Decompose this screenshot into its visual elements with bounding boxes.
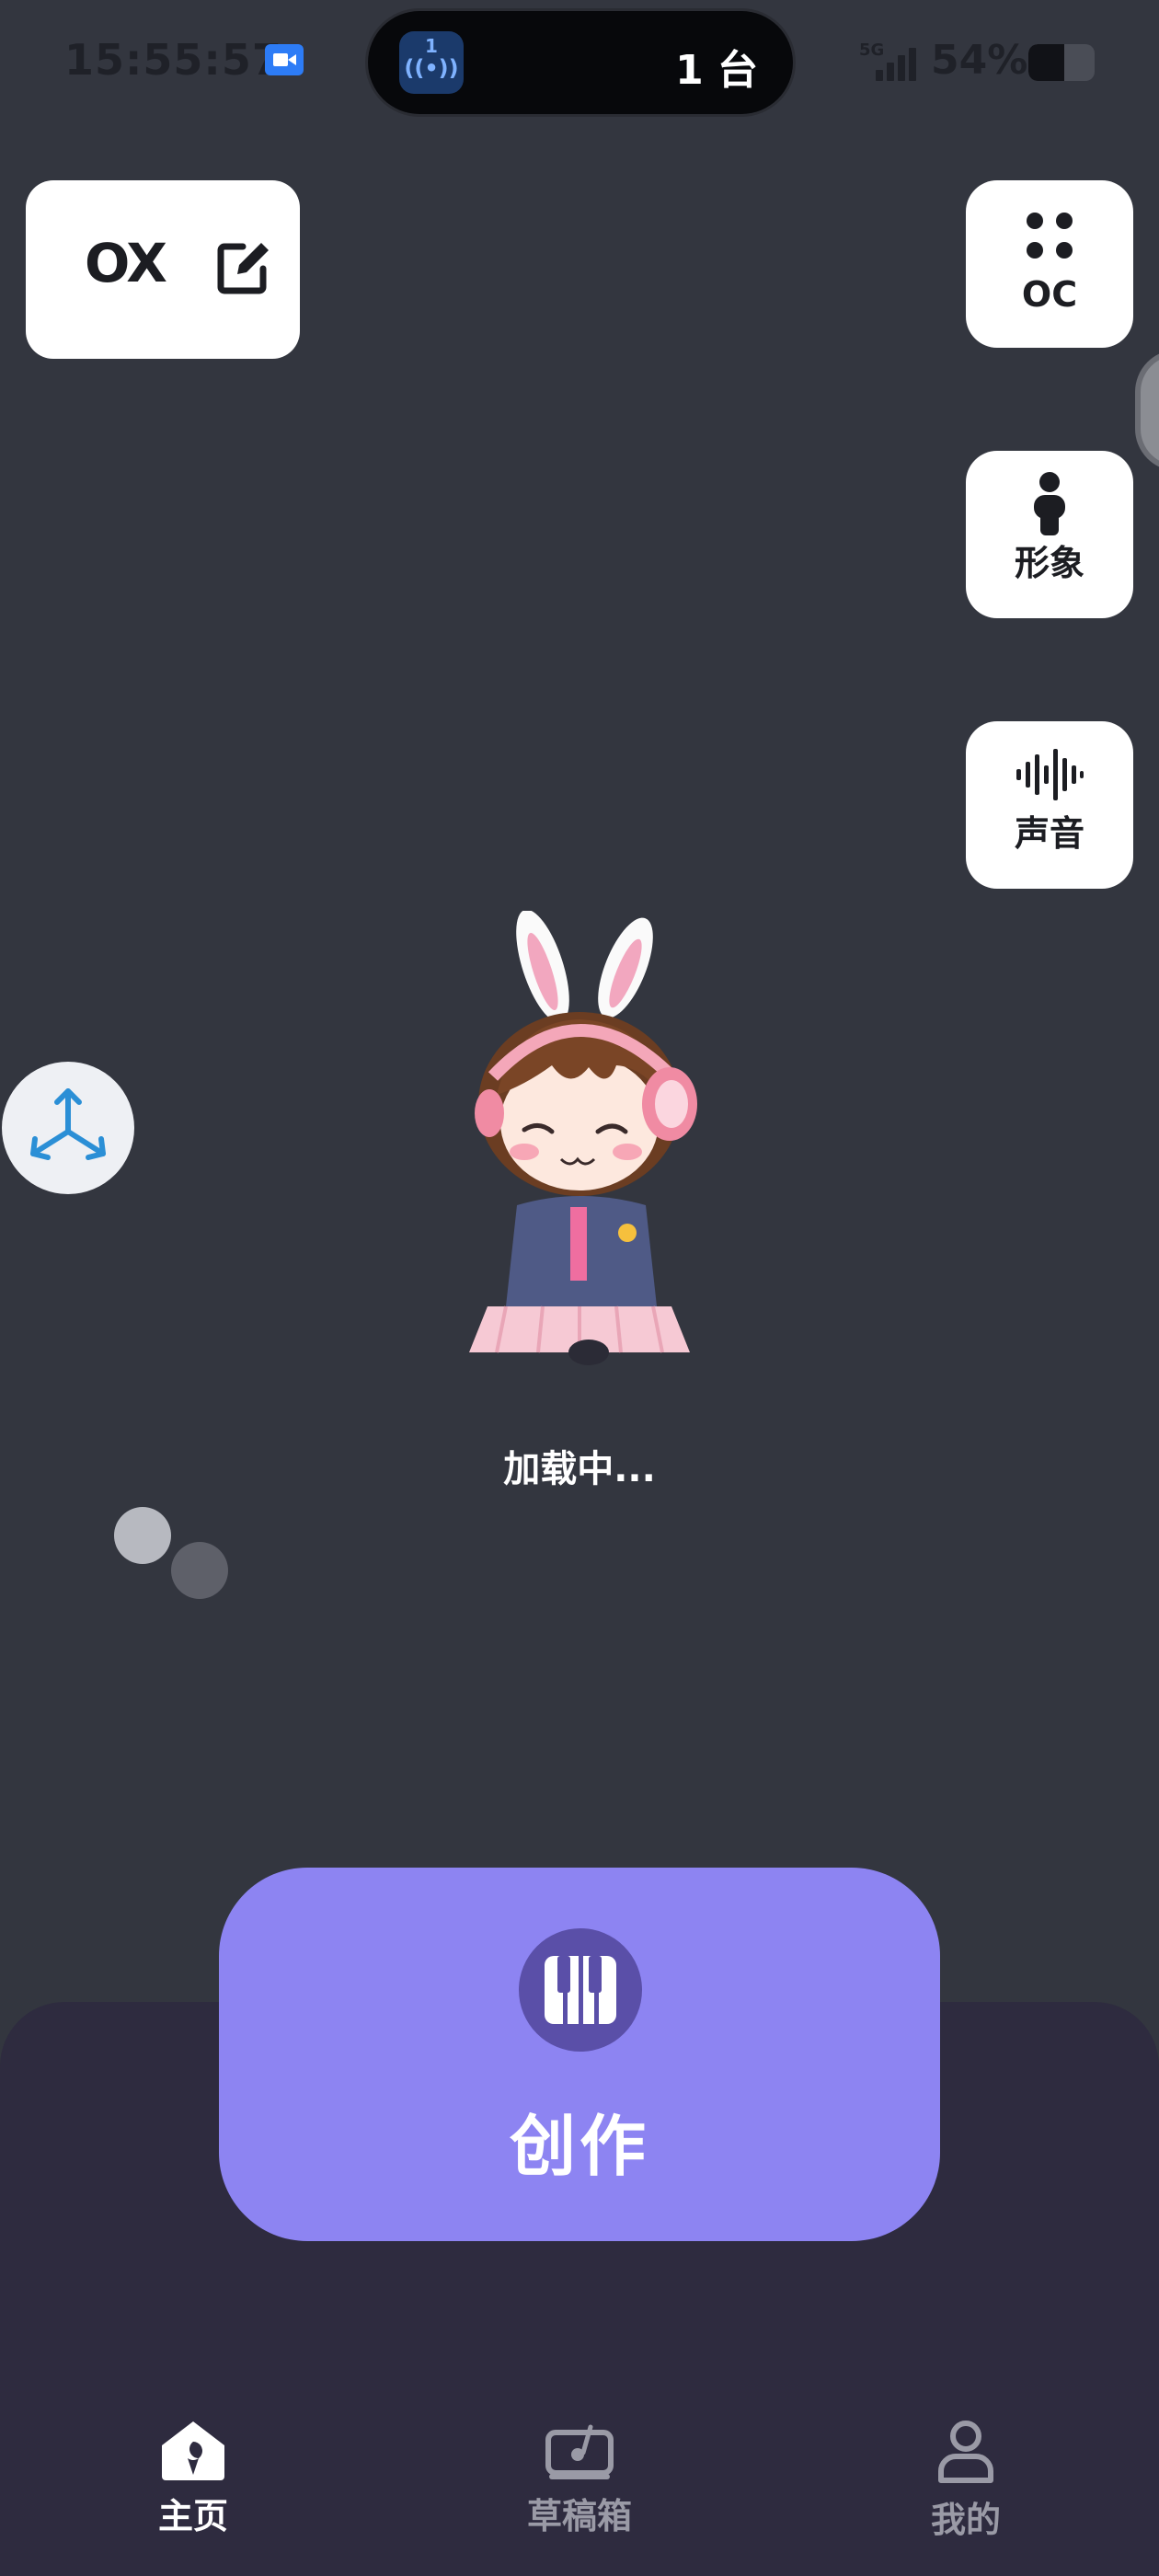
share-icon: [30, 1088, 106, 1160]
piano-icon: [545, 1956, 616, 2024]
drafts-icon: [545, 2424, 614, 2479]
dynamic-island[interactable]: 1 ((•)) 1 台: [368, 11, 793, 114]
profile-icon: [938, 2421, 993, 2483]
battery-fill: [1028, 44, 1064, 81]
island-count: 1 台: [675, 47, 758, 94]
loading-text: 加载中...: [503, 1448, 656, 1490]
nav-drafts[interactable]: 草稿箱: [488, 2420, 671, 2558]
edge-handle[interactable]: [1135, 350, 1159, 471]
nav-profile[interactable]: 我的: [874, 2420, 1058, 2558]
voice-label: 声音: [1014, 813, 1084, 854]
screen: 15:55:57 1 ((•)) 1 台 5G 54% OX OC 形象 声音 …: [0, 0, 1159, 2576]
status-time: 15:55:57: [64, 35, 282, 85]
create-label: 创作: [509, 2108, 649, 2185]
loading-dot: [171, 1542, 228, 1599]
home-icon: [162, 2421, 224, 2480]
piano-icon-circle: [519, 1928, 642, 2052]
battery-percent: 54%: [931, 37, 1028, 84]
nav-drafts-label: 草稿箱: [526, 2496, 632, 2536]
loading-dot: [114, 1507, 171, 1564]
broadcast-icon: 1 ((•)): [399, 31, 464, 94]
nav-home-label: 主页: [157, 2496, 228, 2536]
nav-home[interactable]: 主页: [101, 2420, 285, 2558]
create-button[interactable]: 创作: [219, 1868, 940, 2241]
appearance-label: 形象: [1014, 543, 1084, 583]
voice-button[interactable]: 声音: [966, 721, 1133, 889]
edit-icon: [217, 243, 269, 294]
signal-icon: [876, 48, 920, 81]
nav-profile-label: 我的: [930, 2500, 1001, 2540]
mascot-illustration: [469, 911, 697, 1365]
dots-grid-icon: [1027, 213, 1073, 259]
oc-button[interactable]: OC: [966, 180, 1133, 348]
screen-record-icon: [265, 44, 304, 75]
ox-edit-card[interactable]: OX: [26, 180, 300, 359]
island-channel: 1: [425, 35, 438, 57]
battery-icon: [1028, 44, 1095, 81]
appearance-button[interactable]: 形象: [966, 451, 1133, 618]
ox-label: OX: [85, 232, 167, 294]
oc-label: OC: [1021, 274, 1078, 315]
person-icon: [1034, 472, 1065, 535]
floating-share-button[interactable]: [2, 1062, 134, 1194]
sound-wave-icon: [1016, 749, 1084, 800]
